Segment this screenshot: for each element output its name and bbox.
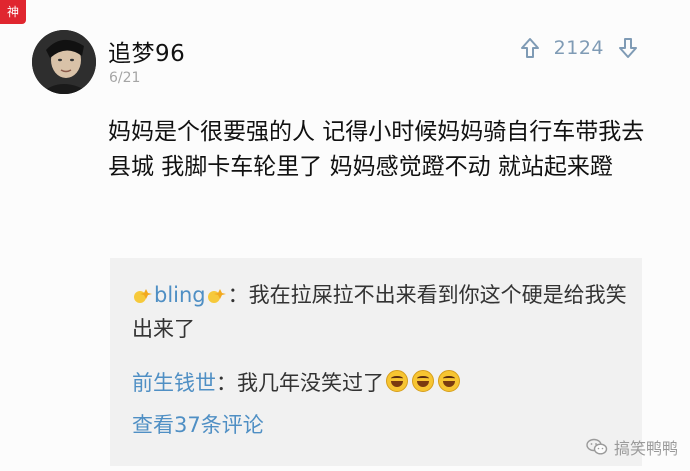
reply-item: 前生钱世：我几年没笑过了 [132, 366, 462, 400]
vote-count: 2124 [553, 37, 604, 59]
watermark: 搞笑鸭鸭 [586, 435, 678, 459]
wechat-icon [586, 438, 608, 455]
username[interactable]: 追梦96 [108, 34, 185, 68]
god-tag-badge: 神 [0, 0, 26, 24]
view-more-comments-link[interactable]: 查看37条评论 [132, 408, 264, 442]
sparkle-icon [207, 289, 226, 303]
reply-text: 我几年没笑过了 [237, 371, 384, 395]
reply-item: bling ：我在拉屎拉不出来看到你这个硬是给我笑出来了 [132, 278, 632, 346]
up-arrow-icon[interactable] [518, 36, 542, 60]
reply-preview-box: bling ：我在拉屎拉不出来看到你这个硬是给我笑出来了 前生钱世：我几年没笑过… [110, 258, 642, 466]
laughing-emoji-icon [438, 370, 460, 392]
avatar-image [32, 30, 96, 94]
post-card: 神 追梦96 6/21 2124 妈妈是个很要强的人 记得小时候妈妈骑自行车带我… [0, 0, 690, 471]
post-date: 6/21 [109, 70, 141, 86]
reply-author[interactable]: bling [154, 283, 206, 307]
down-arrow-icon[interactable] [616, 36, 640, 60]
reply-author[interactable]: 前生钱世 [132, 371, 216, 395]
laughing-emoji-icon [386, 370, 408, 392]
laughing-emoji-icon [412, 370, 434, 392]
reply-separator: ： [227, 283, 249, 307]
post-body: 妈妈是个很要强的人 记得小时候妈妈骑自行车带我去县城 我脚卡车轮里了 妈妈感觉蹬… [108, 119, 645, 180]
watermark-text: 搞笑鸭鸭 [613, 439, 678, 458]
sparkle-icon [134, 289, 152, 303]
reply-separator: ： [216, 371, 237, 395]
avatar[interactable] [32, 30, 96, 94]
vote-widget: 2124 [518, 36, 640, 60]
